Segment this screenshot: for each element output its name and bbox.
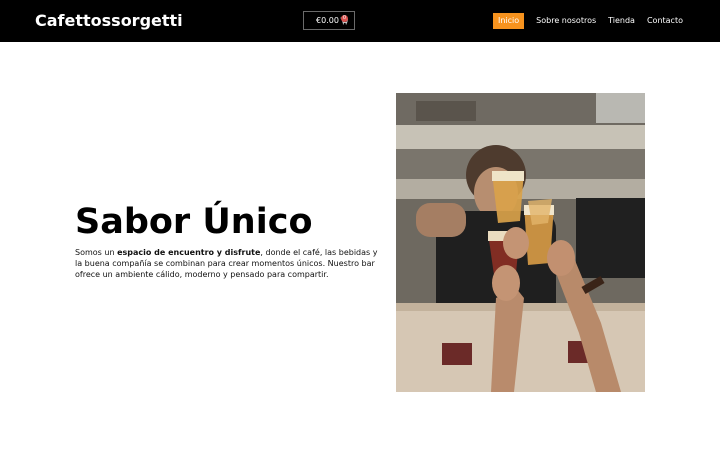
nav-item-tienda[interactable]: Tienda [608, 13, 635, 29]
site-header: Cafettossorgetti €0.00 0 Inicio Sobre no… [0, 0, 720, 42]
site-logo-text[interactable]: Cafettossorgetti [35, 11, 183, 31]
hero-photo-illustration [396, 93, 645, 392]
hero-text-part: Somos un [75, 248, 118, 257]
hero-text-emphasis: espacio de encuentro y disfrute [117, 248, 261, 257]
cart-count-badge: 0 [341, 15, 348, 22]
nav-item-contacto[interactable]: Contacto [647, 13, 683, 29]
nav-item-inicio[interactable]: Inicio [492, 13, 525, 29]
cart-total: €0.00 [316, 16, 339, 25]
cart-button[interactable]: €0.00 0 [303, 11, 355, 30]
hero-title: Sabor Único [75, 202, 313, 242]
nav-item-sobre-nosotros[interactable]: Sobre nosotros [536, 13, 596, 29]
main-nav: Inicio Sobre nosotros Tienda Contacto [492, 13, 683, 29]
hero-description: Somos un espacio de encuentro y disfrute… [75, 247, 385, 280]
hero-image [396, 93, 645, 392]
